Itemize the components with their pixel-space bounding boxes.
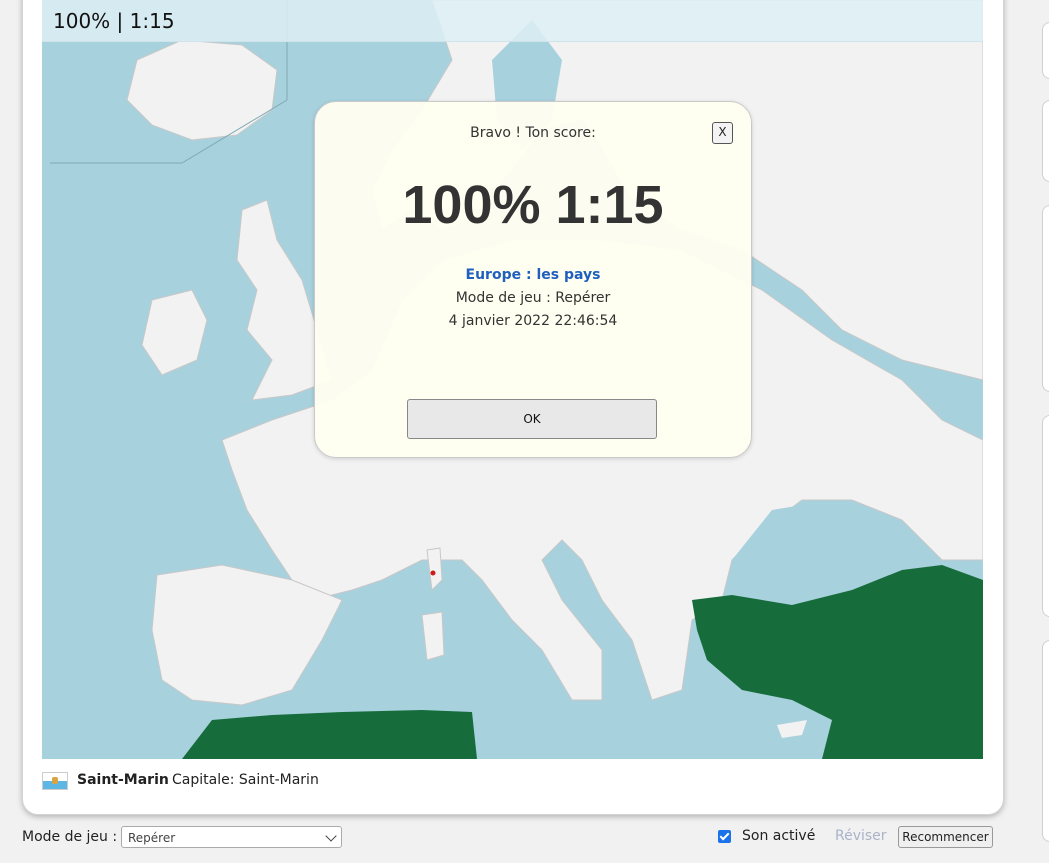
side-panel-card	[1042, 22, 1049, 79]
mode-select-value: Repérer	[128, 831, 176, 845]
sound-checkbox[interactable]	[718, 830, 731, 843]
review-button[interactable]: Réviser	[835, 828, 887, 844]
san-marino-marker[interactable]	[430, 570, 436, 576]
ok-button[interactable]: OK	[407, 399, 657, 439]
country-capital: Capitale: Saint-Marin	[172, 772, 319, 788]
quiz-title-link[interactable]: Europe : les pays	[315, 267, 751, 283]
mode-select[interactable]: Repérer	[121, 826, 342, 848]
close-button[interactable]: X	[712, 122, 733, 144]
side-panel-card	[1042, 415, 1049, 617]
score-bar-text: 100% | 1:15	[53, 9, 175, 33]
date-line: 4 janvier 2022 22:46:54	[448, 313, 618, 329]
controls-bar: Mode de jeu : Repérer Son activé Réviser…	[0, 824, 1049, 854]
chevron-down-icon	[325, 830, 337, 842]
country-name: Saint-Marin	[77, 772, 169, 788]
mode-label: Mode de jeu :	[22, 829, 118, 845]
side-panel-card	[1042, 205, 1049, 392]
game-mode-line: Mode de jeu : Repérer	[455, 290, 611, 306]
score-dialog: Bravo ! Ton score: X 100% 1:15 Europe : …	[314, 101, 752, 458]
side-panel-card	[1042, 640, 1049, 842]
sound-label[interactable]: Son activé	[742, 828, 815, 844]
final-score: 100% 1:15	[402, 175, 664, 235]
san-marino-flag-icon	[42, 772, 68, 790]
side-panel-card	[1042, 100, 1049, 182]
dialog-heading: Bravo ! Ton score:	[470, 125, 596, 141]
restart-button[interactable]: Recommencer	[898, 826, 993, 848]
score-bar: 100% | 1:15	[42, 0, 983, 42]
